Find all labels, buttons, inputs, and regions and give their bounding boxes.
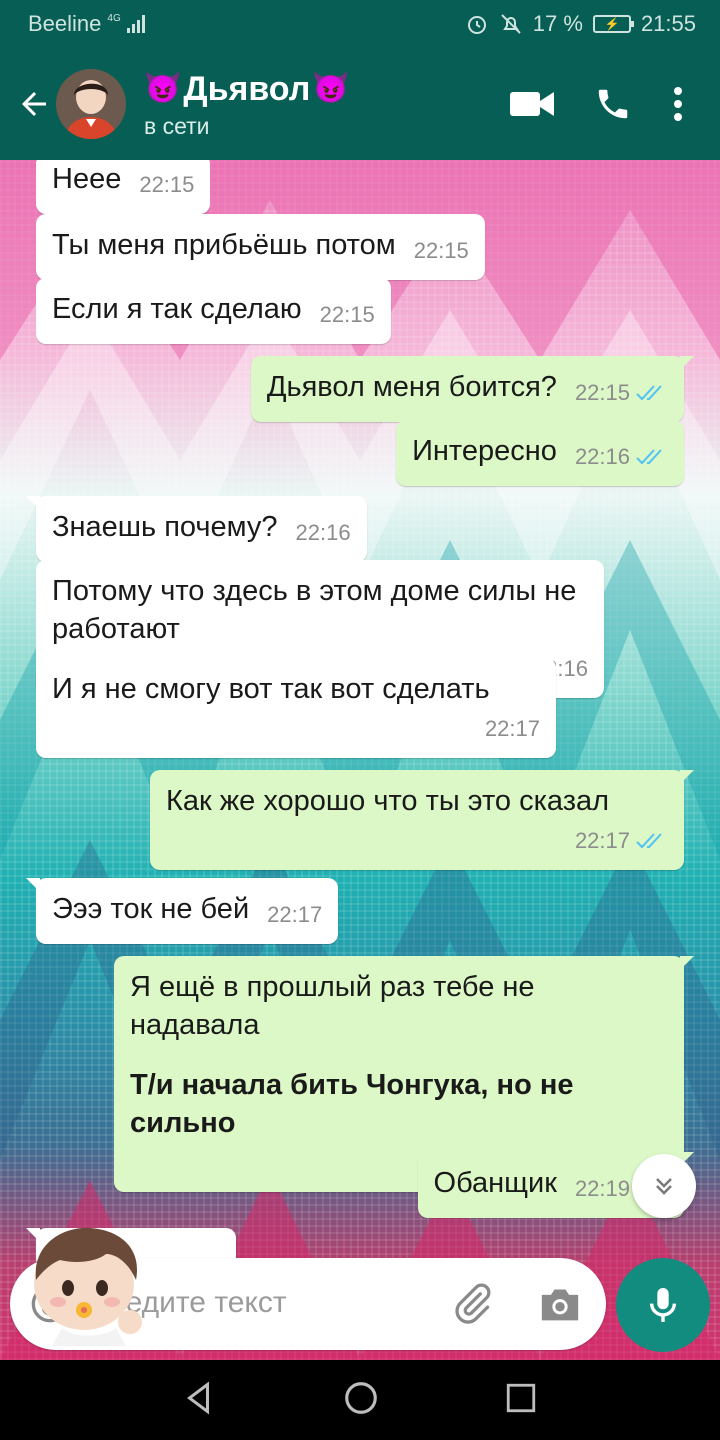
message-incoming[interactable]: Ты меня прибьёшь потом 22:15 xyxy=(36,214,485,280)
message-meta: 22:15 xyxy=(414,232,469,270)
carrier-label: Beeline xyxy=(28,11,102,36)
video-call-icon xyxy=(510,92,554,116)
message-meta: 22:16 xyxy=(575,438,668,476)
microphone-icon xyxy=(649,1288,677,1322)
message-incoming[interactable]: Неее 22:15 xyxy=(36,160,211,214)
chat-header: 😈 Дьявол 😈 в сети xyxy=(0,48,720,160)
circle-home-icon xyxy=(345,1381,377,1414)
chibi-sticker xyxy=(22,1222,162,1348)
message-time: 22:17 xyxy=(484,716,540,741)
message-text: Если я так сделаю xyxy=(52,293,302,325)
status-bar: Beeline 4G 17 % ⚡ 21:55 xyxy=(0,0,720,48)
contact-name: 😈 Дьявол 😈 xyxy=(144,69,510,109)
message-incoming[interactable]: Если я так сделаю 22:15 xyxy=(36,278,391,344)
message-meta: 22:17 xyxy=(267,896,322,934)
camera-icon xyxy=(541,1289,579,1321)
message-meta: 22:15 xyxy=(139,166,194,204)
message-text: Как же хорошо что ты это сказал xyxy=(166,785,610,817)
message-outgoing[interactable]: Интересно 22:16 xyxy=(396,420,684,486)
message-time: 22:15 xyxy=(139,172,195,197)
battery-icon: ⚡ xyxy=(592,15,634,33)
message-time: 22:15 xyxy=(319,302,375,327)
voice-record-button[interactable] xyxy=(616,1258,710,1352)
message-text: Неее xyxy=(52,163,122,195)
message-text: Ты меня прибьёшь потом xyxy=(52,229,396,261)
message-time: 22:16 xyxy=(574,444,630,469)
message-time: 22:19 xyxy=(574,1176,630,1201)
message-time: 22:15 xyxy=(413,238,469,263)
message-meta: 22:17 xyxy=(166,822,668,860)
back-button[interactable] xyxy=(0,48,64,160)
double-check-read-icon xyxy=(636,385,662,401)
message-time: 22:17 xyxy=(267,902,323,927)
message-meta: 22:15 xyxy=(575,374,668,412)
message-text: Дьявол меня боится? xyxy=(266,371,557,403)
message-incoming[interactable]: Знаешь почему? 22:16 xyxy=(26,496,367,562)
double-check-read-icon xyxy=(636,833,662,849)
message-text: Т/и начала бить Чонгука, но не сильно xyxy=(130,1069,574,1139)
message-time: 22:16 xyxy=(295,520,351,545)
devil-emoji-icon: 😈 xyxy=(144,71,182,105)
voice-call-button[interactable] xyxy=(594,85,632,123)
nav-home-button[interactable] xyxy=(342,1379,380,1422)
message-text: Знаешь почему? xyxy=(52,511,278,543)
system-nav-bar xyxy=(0,1360,720,1440)
message-meta: 22:16 xyxy=(296,514,351,552)
contact-status: в сети xyxy=(144,112,210,139)
camera-button[interactable] xyxy=(538,1284,582,1329)
message-time: 22:15 xyxy=(574,380,630,405)
message-incoming[interactable]: Эээ ток не бей 22:17 xyxy=(25,878,339,944)
message-meta: 22:15 xyxy=(320,296,375,334)
contact-name-text: Дьявол xyxy=(183,69,311,108)
contact-avatar[interactable] xyxy=(56,69,126,139)
message-text: Эээ ток не бей xyxy=(52,893,250,925)
message-text: Я ещё в прошлый раз тебе не надавала xyxy=(130,971,535,1041)
message-outgoing[interactable]: Дьявол меня боится? 22:15 xyxy=(250,356,695,422)
back-arrow-icon xyxy=(22,92,46,116)
video-call-button[interactable] xyxy=(510,89,554,119)
alarm-icon xyxy=(467,16,486,34)
bell-off-icon xyxy=(501,14,521,34)
status-left: Beeline 4G xyxy=(28,11,145,37)
nav-recents-button[interactable] xyxy=(504,1381,538,1420)
triangle-back-icon xyxy=(187,1381,209,1414)
more-vert-icon xyxy=(674,87,682,121)
message-text: Потому что здесь в этом доме силы не раб… xyxy=(52,575,577,645)
message-incoming[interactable]: И я не смогу вот так вот сделать 22:17 xyxy=(36,658,556,758)
clock: 21:55 xyxy=(640,11,696,36)
double-check-read-icon xyxy=(636,449,662,465)
scroll-to-bottom-button[interactable] xyxy=(632,1154,696,1218)
devil-emoji-icon: 😈 xyxy=(312,71,350,105)
chibi-character-icon xyxy=(34,1227,142,1346)
status-right: 17 % ⚡ 21:55 xyxy=(465,11,696,37)
header-actions xyxy=(510,85,720,123)
paperclip-icon xyxy=(455,1283,491,1324)
square-recents-icon xyxy=(506,1383,536,1412)
battery-percent: 17 % xyxy=(532,11,583,36)
message-outgoing[interactable]: Как же хорошо что ты это сказал 22:17 xyxy=(150,770,694,870)
more-options-button[interactable] xyxy=(672,86,684,122)
nav-back-button[interactable] xyxy=(182,1380,218,1421)
network-type: 4G xyxy=(107,13,121,24)
message-meta: 22:17 xyxy=(52,710,540,748)
phone-icon xyxy=(598,89,628,119)
message-text: И я не смогу вот так вот сделать xyxy=(52,673,490,705)
signal-icon xyxy=(126,15,145,33)
chat-area[interactable]: Неее 22:15 Ты меня прибьёшь потом 22:15 Ес… xyxy=(0,160,720,1360)
contact-title[interactable]: 😈 Дьявол 😈 в сети xyxy=(144,69,510,140)
double-chevron-down-icon xyxy=(656,1178,672,1195)
attach-button[interactable] xyxy=(450,1282,494,1331)
message-text: Интересно xyxy=(412,435,557,467)
message-text: Обанщик xyxy=(433,1167,557,1199)
message-time: 22:17 xyxy=(574,828,630,853)
